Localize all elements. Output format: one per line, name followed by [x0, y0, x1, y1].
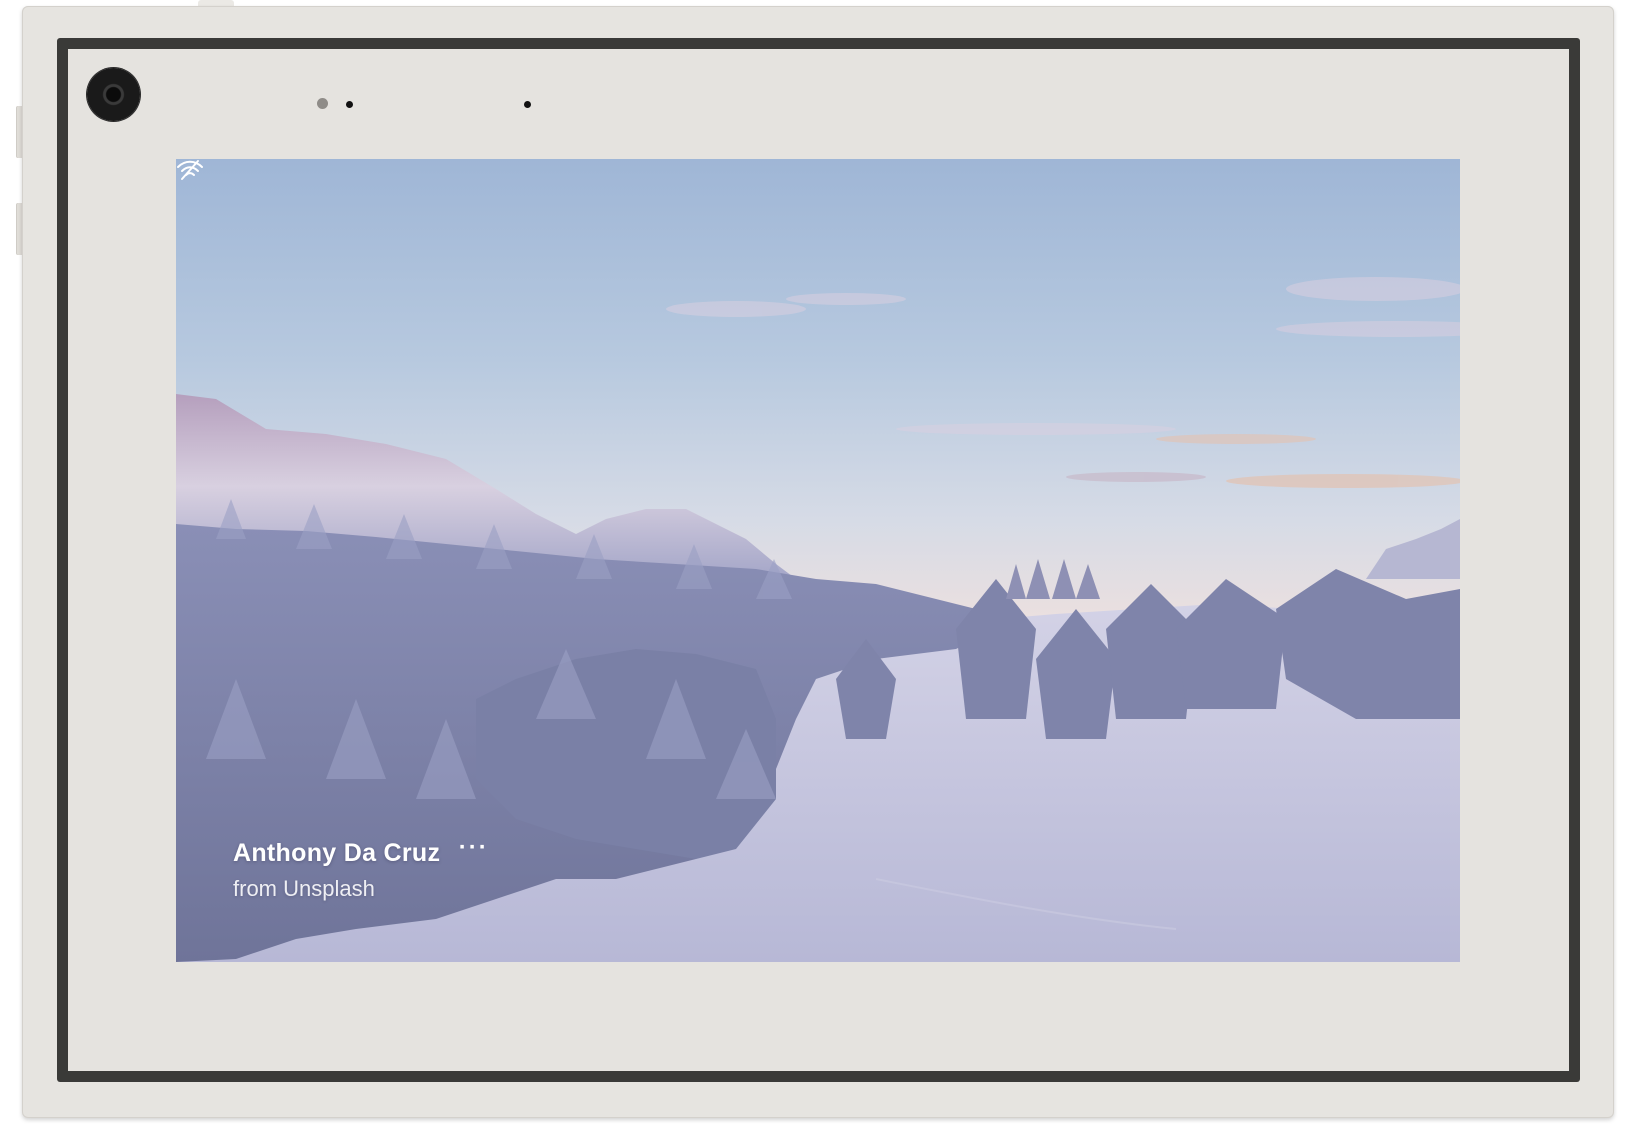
photo-screen[interactable]: Anthony Da Cruz ··· from Unsplash	[176, 159, 1460, 962]
light-sensor	[317, 98, 328, 109]
photo-author: Anthony Da Cruz	[233, 839, 441, 867]
mountain-right	[1366, 519, 1460, 579]
more-options-button[interactable]: ···	[459, 834, 489, 862]
sunset-clouds	[1066, 434, 1460, 488]
wifi-off-icon	[177, 160, 203, 180]
microphone-hole-left	[346, 101, 353, 108]
hill-trees	[1006, 559, 1100, 599]
camera-lens-icon	[87, 68, 140, 121]
photo-caption: Anthony Da Cruz ··· from Unsplash	[233, 834, 489, 902]
photo-source: from Unsplash	[233, 876, 375, 901]
microphone-hole-right	[524, 101, 531, 108]
clouds	[666, 277, 1460, 435]
